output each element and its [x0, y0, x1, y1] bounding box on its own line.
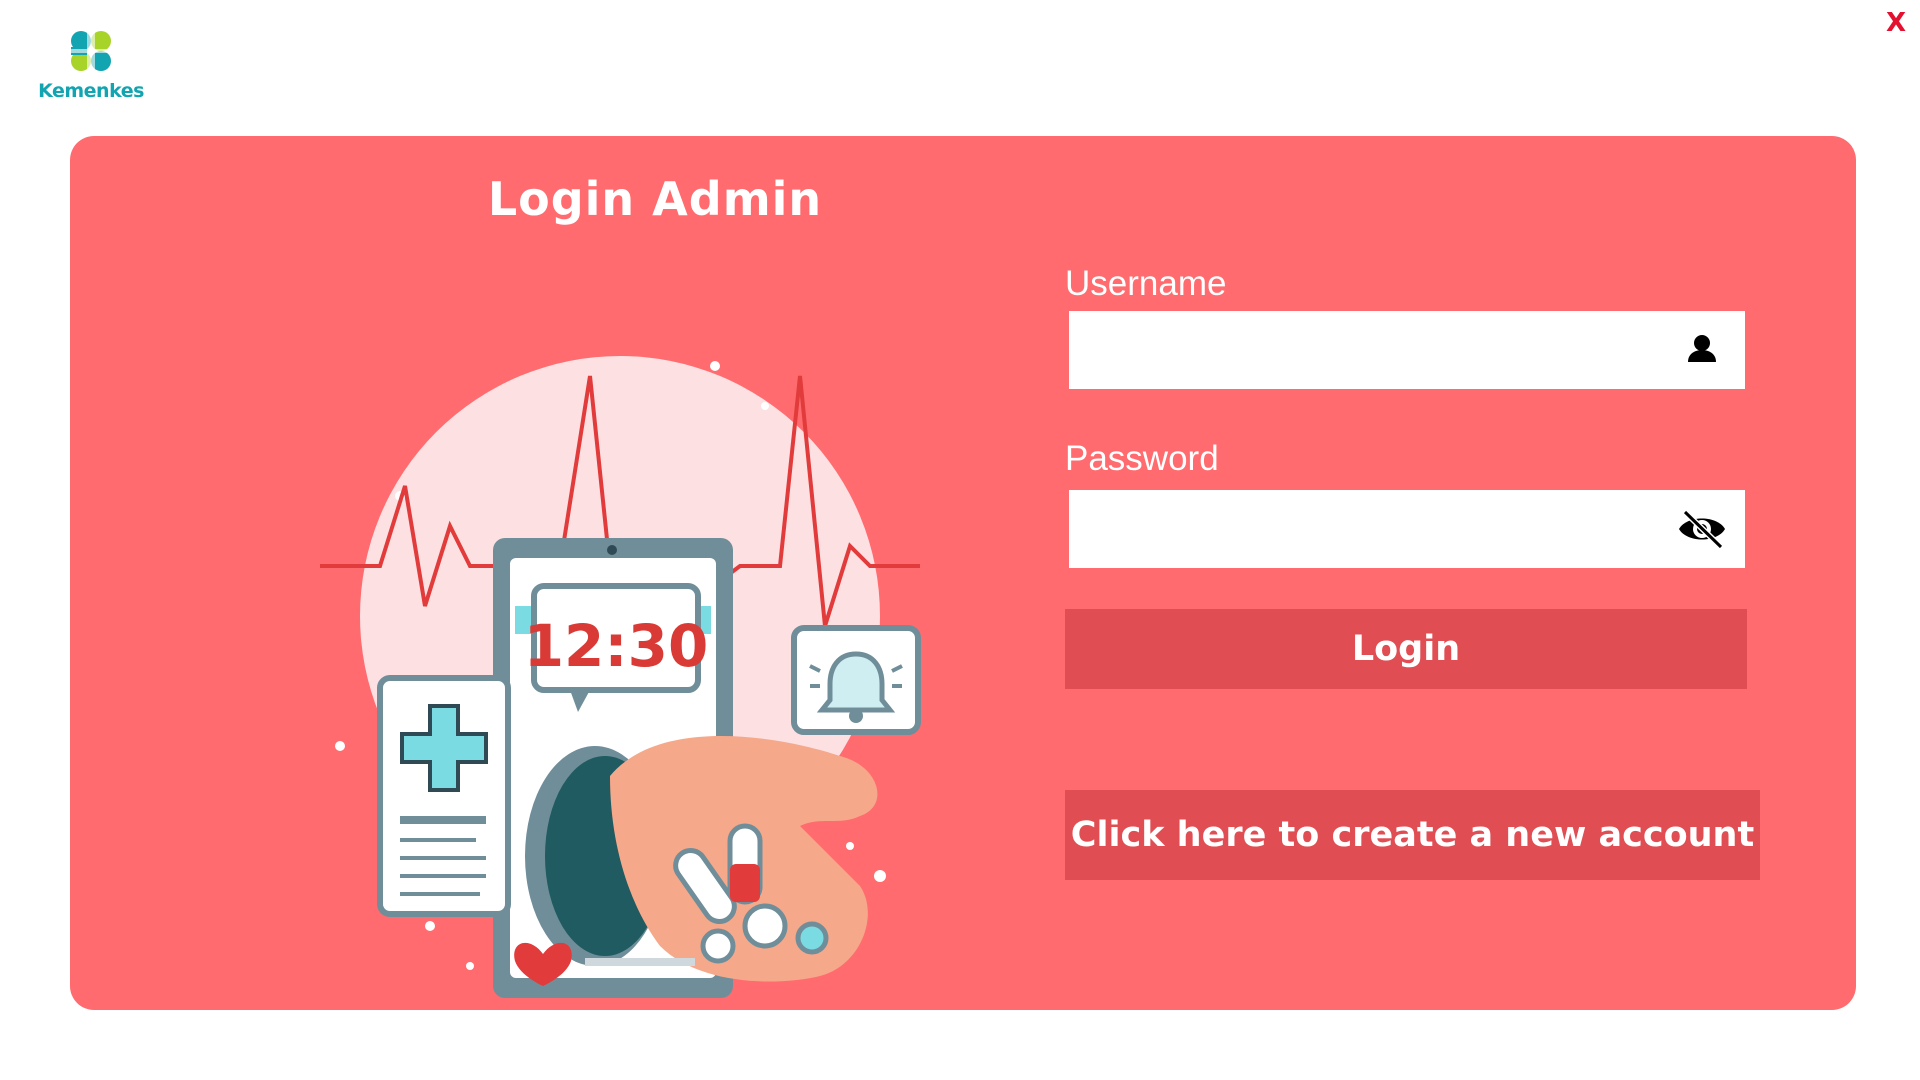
password-label: Password: [1065, 439, 1219, 478]
user-icon: [1688, 335, 1716, 362]
logo-text: Kemenkes: [38, 80, 144, 102]
clock-text: 12:30: [524, 612, 709, 680]
kemenkes-logo-icon: [71, 31, 111, 71]
close-button[interactable]: X: [1886, 8, 1906, 38]
eye-slash-icon[interactable]: [1677, 507, 1727, 551]
password-field-box: [1069, 490, 1745, 568]
username-field-box: [1069, 311, 1745, 389]
medical-app-illustration: 12:30: [320, 356, 921, 998]
username-label: Username: [1065, 264, 1227, 303]
login-card: Login Admin 12:30 Username Password Logi…: [70, 136, 1856, 1010]
create-account-button[interactable]: Click here to create a new account: [1065, 790, 1760, 880]
kemenkes-logo: Kemenkes: [36, 24, 146, 104]
username-input[interactable]: [1069, 311, 1659, 389]
password-input[interactable]: [1069, 490, 1659, 568]
login-button[interactable]: Login: [1065, 609, 1747, 689]
page-title: Login Admin: [487, 172, 823, 226]
